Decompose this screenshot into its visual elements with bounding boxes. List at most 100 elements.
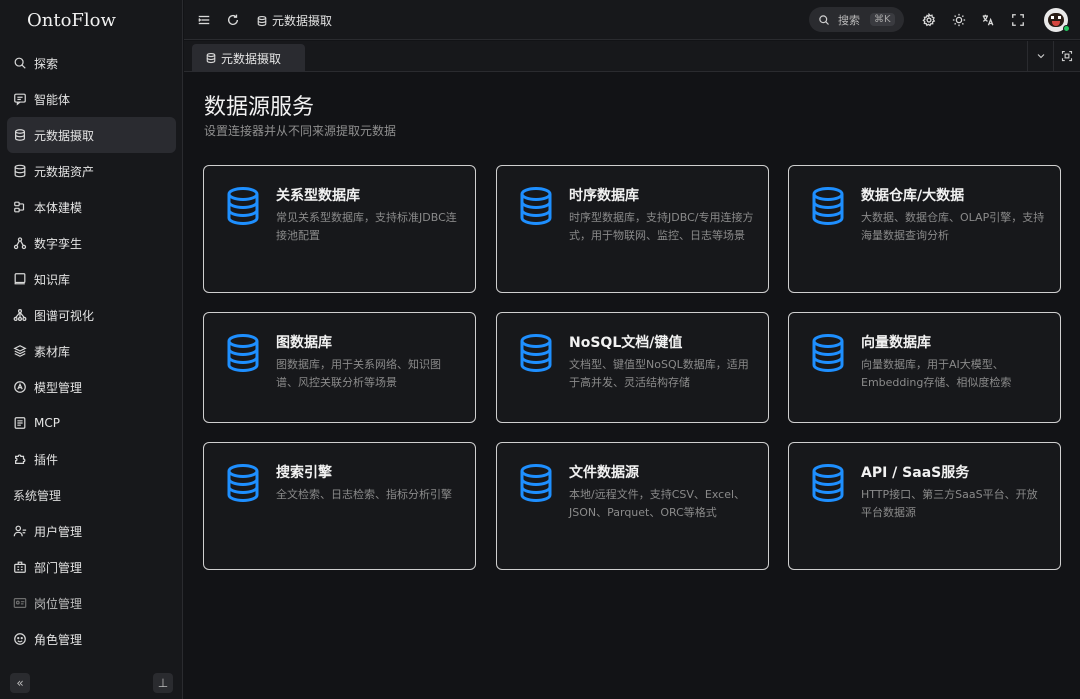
breadcrumb[interactable]: 元数据摄取 [256,12,332,29]
sidebar-item-label: 智能体 [34,92,71,107]
database-stack-icon [13,128,27,142]
datasource-card-timeseries[interactable]: 时序数据库 时序型数据库，支持JDBC/专用连接方式，用于物联网、监控、日志等场… [496,165,769,293]
sidebar-item-ontology[interactable]: 本体建模 [7,189,176,225]
user-icon [13,524,27,538]
tab-dropdown-button[interactable] [1027,41,1053,71]
database-icon [811,186,845,226]
sidebar-item-mcp[interactable]: MCP [7,405,176,441]
main-content: 数据源服务 设置连接器并从不同来源提取元数据 关系型数据库 常见关系型数据库，支… [184,72,1080,699]
sidebar-item-knowledge-base[interactable]: 知识库 [7,261,176,297]
network-icon [13,236,27,250]
card-description: 本地/远程文件，支持CSV、Excel、JSON、Parquet、ORC等格式 [569,488,746,519]
sidebar-item-label: 本体建模 [34,200,83,215]
database-icon [519,333,553,373]
sidebar-item-label: 元数据摄取 [34,128,95,143]
database-icon [226,333,260,373]
card-title: 时序数据库 [569,188,639,204]
sidebar-item-positions[interactable]: 岗位管理 [7,585,176,621]
theme-toggle-button[interactable] [951,12,967,28]
sidebar-item-digital-twin[interactable]: 数字孪生 [7,225,176,261]
sidebar-item-label: 探索 [34,56,59,71]
tab-label: 元数据摄取 [221,51,282,66]
menu-icon [198,15,210,25]
sidebar-item-label: 模型管理 [34,380,83,395]
model-icon [13,200,27,214]
search-icon [13,56,27,70]
language-button[interactable] [980,12,996,28]
layers-icon [13,344,27,358]
double-chevron-left-icon: « [16,676,24,690]
focus-icon [1061,50,1072,62]
sidebar-item-label: 数字孪生 [34,236,83,251]
sidebar-item-explore[interactable]: 探索 [7,45,176,81]
sidebar: OntoFlow 探索 智能体 元数据摄取 元数据资产 本体建模 数字孪生 知识 [0,0,183,699]
collapse-sidebar-button[interactable]: « [10,673,30,693]
search-label: 搜索 [838,13,860,27]
sidebar-item-plugins[interactable]: 插件 [7,441,176,477]
fullscreen-icon [1012,14,1024,26]
translate-icon [982,14,994,26]
id-card-icon [13,596,27,610]
tab-maximize-button[interactable] [1053,41,1079,71]
sidebar-item-metadata-ingest[interactable]: 元数据摄取 [7,117,176,153]
fullscreen-button[interactable] [1010,12,1026,28]
top-bar: 元数据摄取 搜索 ⌘K [184,0,1080,40]
menu-toggle-button[interactable] [196,12,212,28]
global-search-button[interactable]: 搜索 ⌘K [809,7,904,32]
chevron-down-icon [1037,54,1044,59]
card-description: 文档型、键值型NoSQL数据库，适用于高并发、灵活结构存储 [569,358,749,389]
sun-icon [952,13,966,27]
datasource-card-api-saas[interactable]: API / SaaS服务 HTTP接口、第三方SaaS平台、开放平台数据源 [788,442,1061,570]
card-description: 图数据库，用于关系网络、知识图谱、风控关联分析等场景 [276,358,441,389]
sidebar-item-metadata-assets[interactable]: 元数据资产 [7,153,176,189]
card-title: 搜索引擎 [276,465,332,481]
sidebar-footer: « ⊥ [0,673,183,695]
tab-metadata-ingest[interactable]: 元数据摄取 [192,44,305,72]
sidebar-item-label: 素材库 [34,344,71,359]
building-icon [13,560,27,574]
settings-button[interactable] [921,12,937,28]
datasource-card-search-engine[interactable]: 搜索引擎 全文检索、日志检索、指标分析引擎 [203,442,476,570]
datasource-card-warehouse[interactable]: 数据仓库/大数据 大数据、数据仓库、OLAP引擎，支持海量数据查询分析 [788,165,1061,293]
chat-icon [13,92,27,106]
sidebar-item-agent[interactable]: 智能体 [7,81,176,117]
card-description: 常见关系型数据库，支持标准JDBC连接池配置 [276,211,457,242]
card-title: 图数据库 [276,335,332,351]
card-title: 向量数据库 [861,335,931,351]
sidebar-item-materials[interactable]: 素材库 [7,333,176,369]
sidebar-item-label: MCP [34,416,60,430]
puzzle-icon [13,452,27,466]
database-icon [519,186,553,226]
sidebar-item-departments[interactable]: 部门管理 [7,549,176,585]
card-description: HTTP接口、第三方SaaS平台、开放平台数据源 [861,488,1038,519]
sidebar-item-label: 插件 [34,452,59,467]
page-title: 数据源服务 [204,95,315,120]
database-icon [519,463,553,503]
datasource-card-vector[interactable]: 向量数据库 向量数据库，用于AI大模型、Embedding存储、相似度检索 [788,312,1061,423]
sidebar-item-graph-viz[interactable]: 图谱可视化 [7,297,176,333]
datasource-card-graph[interactable]: 图数据库 图数据库，用于关系网络、知识图谱、风控关联分析等场景 [203,312,476,423]
datasource-card-file[interactable]: 文件数据源 本地/远程文件，支持CSV、Excel、JSON、Parquet、O… [496,442,769,570]
refresh-button[interactable] [225,12,241,28]
sidebar-item-users[interactable]: 用户管理 [7,513,176,549]
card-description: 全文检索、日志检索、指标分析引擎 [276,488,452,501]
breadcrumb-label: 元数据摄取 [272,14,333,28]
database-icon [811,463,845,503]
pin-icon: ⊥ [157,676,169,690]
sidebar-item-label: 知识库 [34,272,71,287]
sidebar-item-model-management[interactable]: 模型管理 [7,369,176,405]
sidebar-item-label: 图谱可视化 [34,308,95,323]
datasource-card-nosql[interactable]: NoSQL文档/键值 文档型、键值型NoSQL数据库，适用于高并发、灵活结构存储 [496,312,769,423]
mcp-icon [13,416,27,430]
sidebar-item-roles[interactable]: 角色管理 [7,621,176,657]
pin-sidebar-button[interactable]: ⊥ [153,673,173,693]
sidebar-item-label: 元数据资产 [34,164,95,179]
card-title: API / SaaS服务 [861,465,970,481]
database-stack-icon [256,15,268,27]
brand-logo[interactable]: OntoFlow [0,0,182,40]
datasource-card-relational[interactable]: 关系型数据库 常见关系型数据库，支持标准JDBC连接池配置 [203,165,476,293]
card-description: 时序型数据库，支持JDBC/专用连接方式，用于物联网、监控、日志等场景 [569,211,754,242]
sidebar-item-label: 岗位管理 [34,596,83,611]
database-stack-icon [205,52,217,64]
refresh-icon [227,14,239,25]
